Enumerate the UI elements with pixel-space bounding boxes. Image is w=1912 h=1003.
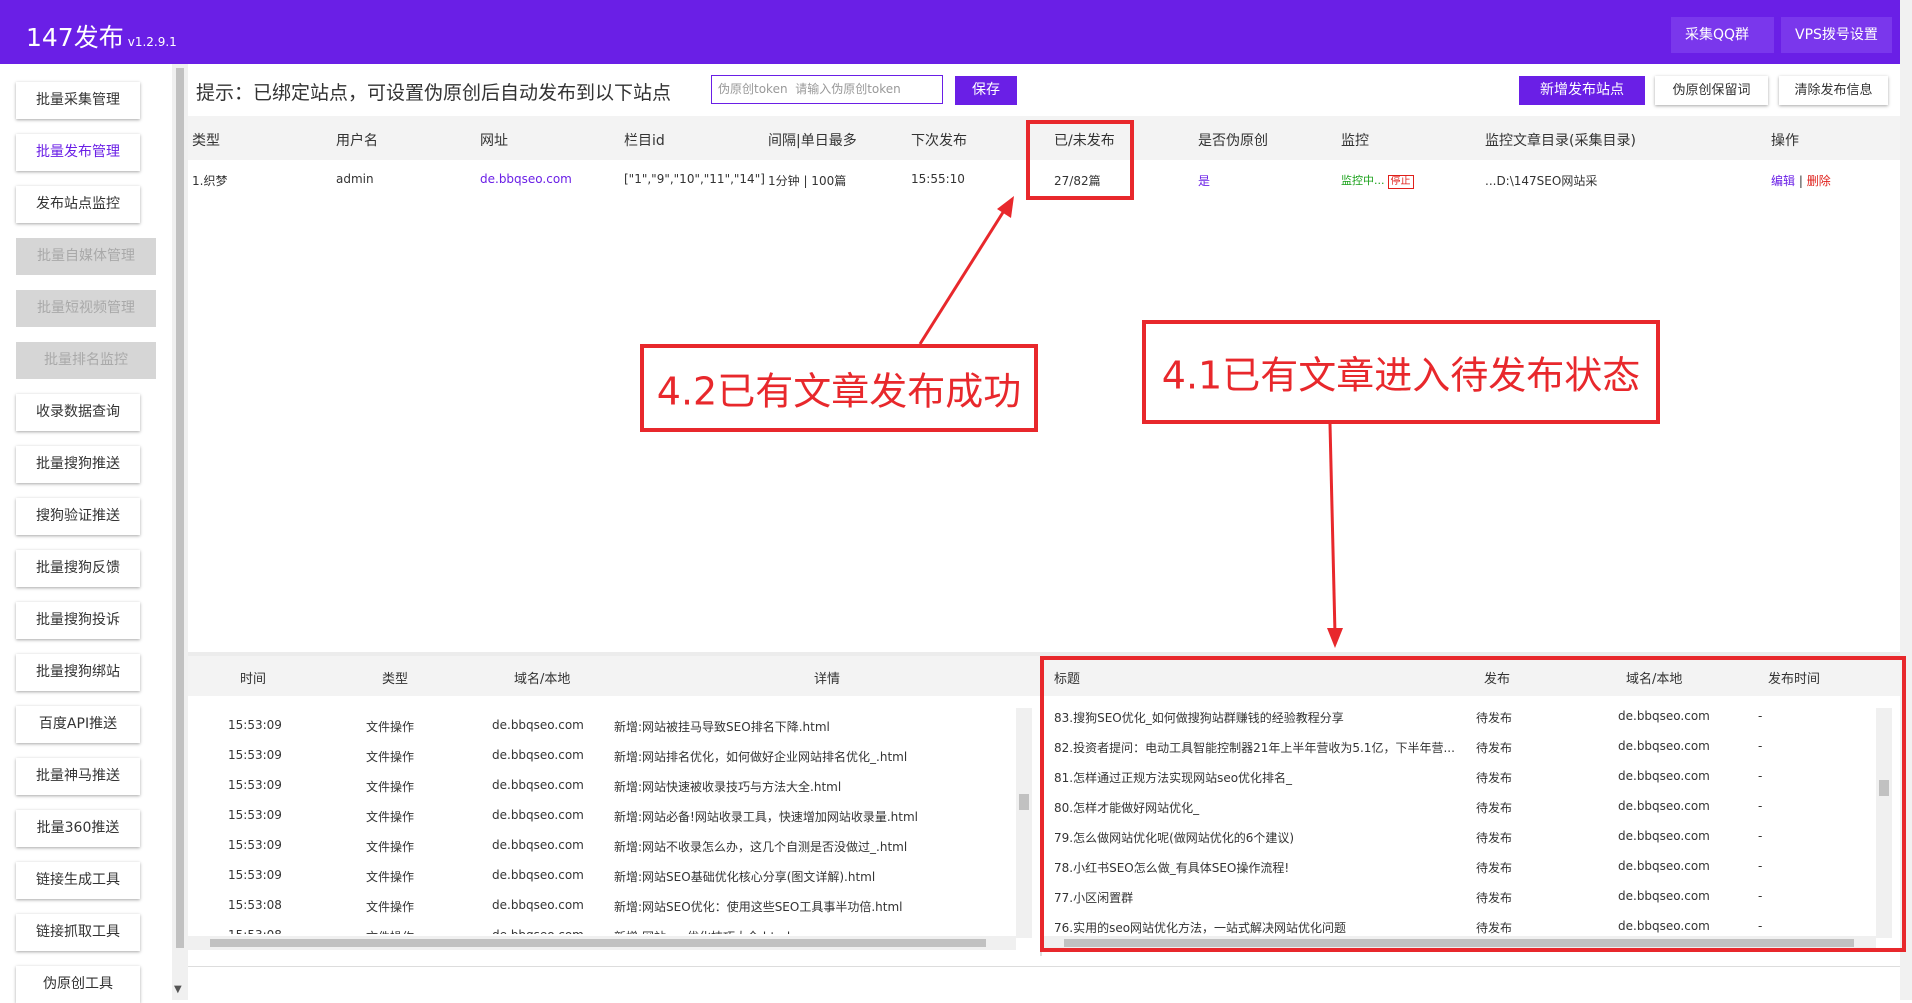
arrowhead-published <box>997 196 1014 218</box>
annotation-arrows <box>918 196 1343 648</box>
arrowhead-pending <box>1327 628 1343 648</box>
arrow-to-published <box>918 205 1009 345</box>
arrow-to-pending <box>1328 423 1337 635</box>
